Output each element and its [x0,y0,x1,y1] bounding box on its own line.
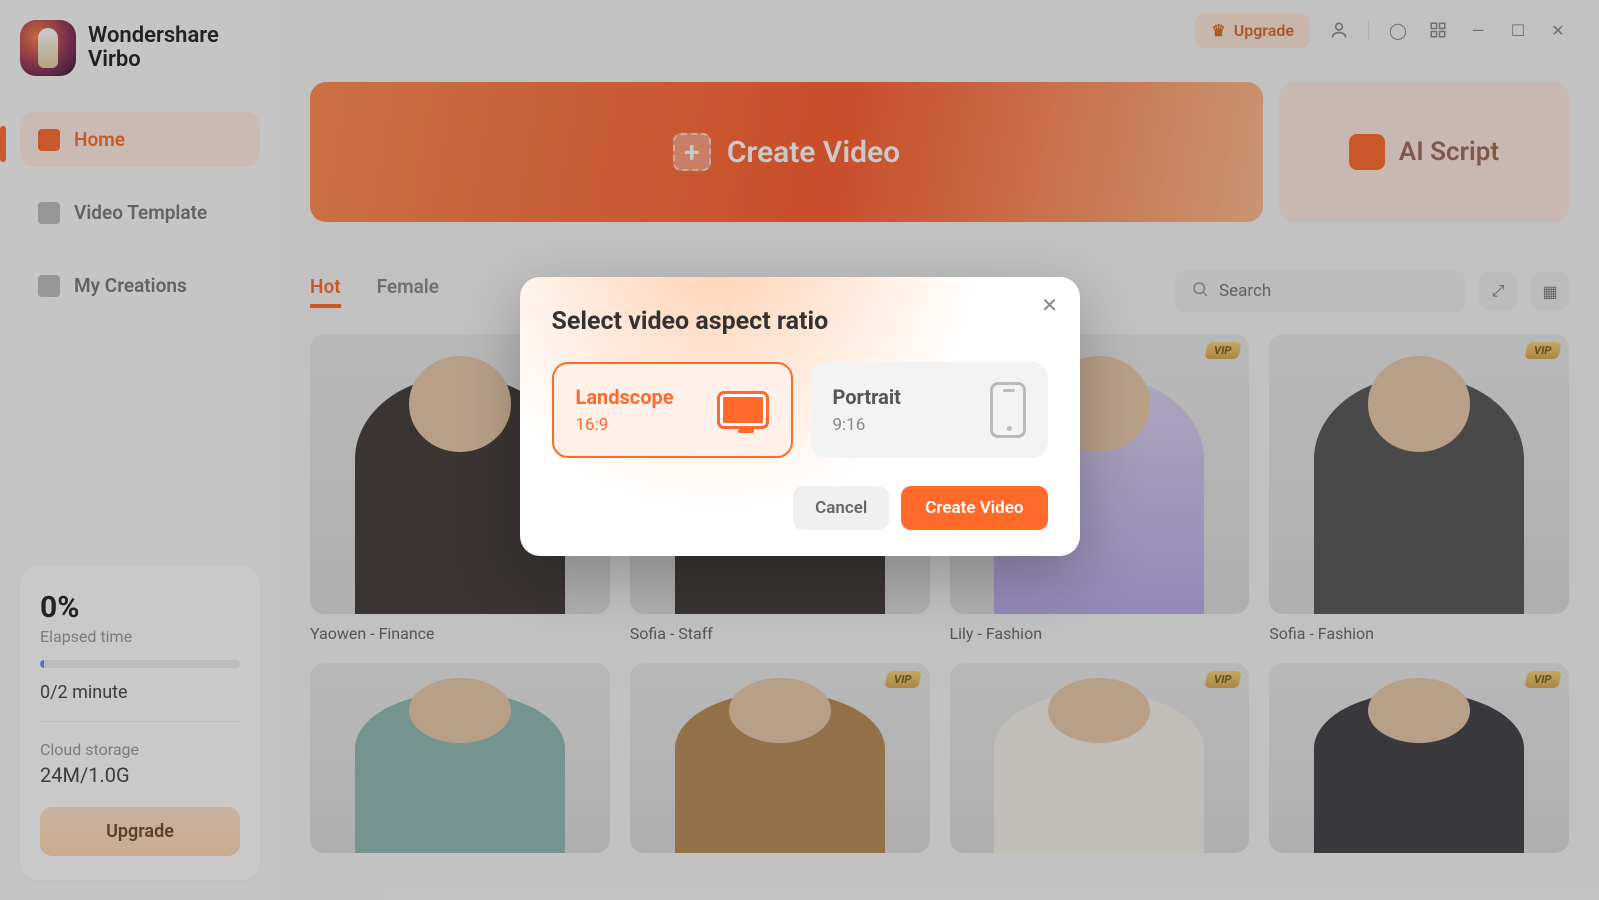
modal-title: Select video aspect ratio [552,307,1048,336]
ratio-option-portrait[interactable]: Portrait 9:16 [811,362,1048,458]
cancel-button[interactable]: Cancel [793,486,889,530]
create-video-confirm-button[interactable]: Create Video [901,486,1047,530]
landscape-icon [717,391,769,429]
ratio-value: 16:9 [576,415,674,435]
ratio-option-landscape[interactable]: Landscope 16:9 [552,362,793,458]
ratio-name: Portrait [833,385,901,409]
portrait-icon [990,382,1026,438]
ratio-name: Landscope [576,385,674,409]
aspect-ratio-modal: ✕ Select video aspect ratio Landscope 16… [520,277,1080,556]
ratio-value: 9:16 [833,415,901,435]
